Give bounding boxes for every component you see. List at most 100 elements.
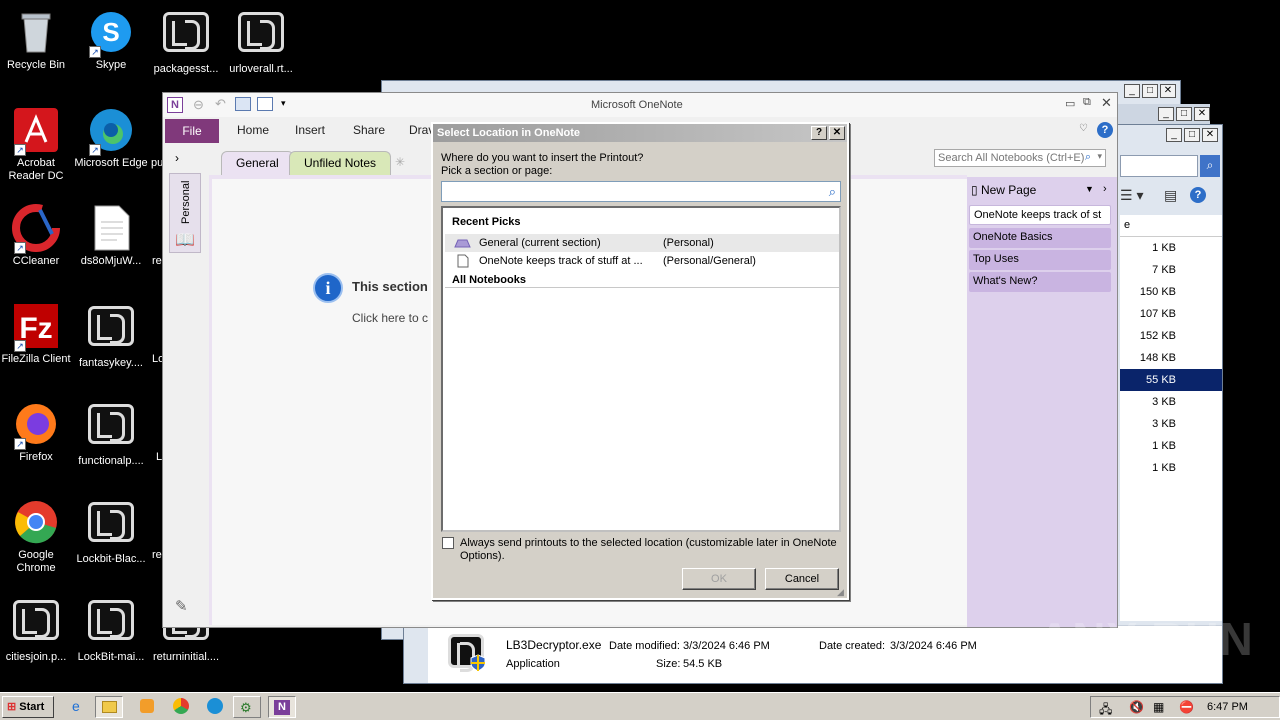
- desktop-icon-edge[interactable]: ↗ Microsoft Edge: [73, 106, 149, 170]
- all-notebooks-icon[interactable]: ✎: [175, 597, 188, 615]
- taskbar-onenote-button[interactable]: N: [268, 696, 296, 718]
- select-location-dialog[interactable]: Select Location in OneNote ? ✕ Where do …: [431, 122, 849, 600]
- help-button[interactable]: ?: [811, 126, 827, 140]
- file-size-cell[interactable]: 152 KB: [1120, 325, 1222, 347]
- security-alert-icon[interactable]: ⛔: [1179, 700, 1194, 714]
- desktop-icon-lockbit-blac[interactable]: Lockbit-Blac...: [73, 498, 149, 566]
- desktop-icon-recycle-bin[interactable]: Recycle Bin: [0, 8, 74, 72]
- ie-icon[interactable]: e: [72, 698, 80, 714]
- explorer-search-input[interactable]: [1120, 155, 1198, 177]
- taskbar-app-button[interactable]: ⚙: [233, 696, 261, 718]
- desktop-icon-ds8omjuw[interactable]: ds8oMjuW...: [73, 204, 149, 268]
- info-link[interactable]: Click here to c: [352, 311, 428, 325]
- recent-item-page[interactable]: OneNote keeps track of stuff at ... (Per…: [445, 252, 839, 270]
- minimize-button[interactable]: _: [1158, 107, 1174, 121]
- desktop-icon-functionalp[interactable]: functionalp....: [73, 400, 149, 468]
- view-toggle-icon[interactable]: ☰ ▾: [1120, 187, 1143, 204]
- close-button[interactable]: ✕: [829, 126, 845, 140]
- minimize-button[interactable]: _: [1124, 84, 1140, 98]
- new-section-icon[interactable]: ✳: [395, 155, 405, 169]
- notebook-tab-personal[interactable]: Personal 📖: [169, 173, 201, 253]
- close-button[interactable]: ✕: [1202, 128, 1218, 142]
- file-size-cell[interactable]: 148 KB: [1120, 347, 1222, 369]
- edge-taskbar-icon[interactable]: [207, 698, 223, 714]
- clock[interactable]: 6:47 PM: [1207, 701, 1248, 713]
- file-size-cell[interactable]: 1 KB: [1120, 457, 1222, 479]
- start-button[interactable]: ⊞ Start: [2, 696, 54, 718]
- close-button[interactable]: ✕: [1101, 95, 1112, 111]
- undo-icon[interactable]: ↶: [215, 96, 226, 112]
- onenote-titlebar[interactable]: N ⊖ ↶ ▾ Microsoft OneNote ▭ ⧉ ✕: [163, 93, 1117, 117]
- always-send-checkbox[interactable]: [442, 537, 454, 549]
- file-size-cell[interactable]: 1 KB: [1120, 435, 1222, 457]
- file-size-cell[interactable]: 3 KB: [1120, 391, 1222, 413]
- desktop-icon-citiesjoin[interactable]: citiesjoin.p...: [0, 596, 74, 664]
- page-item-whats-new[interactable]: What's New?: [969, 272, 1111, 292]
- desktop-icon-lockbit-mai[interactable]: LockBit-mai...: [73, 596, 149, 664]
- file-size-cell[interactable]: 107 KB: [1120, 303, 1222, 325]
- desktop-icon-urloverall[interactable]: urloverall.rt...: [223, 8, 299, 76]
- tab-home[interactable]: Home: [237, 123, 269, 137]
- tab-unfiled-notes[interactable]: Unfiled Notes: [289, 151, 392, 175]
- close-button[interactable]: ✕: [1160, 84, 1176, 98]
- recent-item-general[interactable]: General (current section) (Personal): [445, 234, 839, 252]
- help-icon[interactable]: ?: [1097, 122, 1113, 138]
- minimize-button[interactable]: ▭: [1065, 97, 1075, 110]
- volume-muted-icon[interactable]: 🔇: [1129, 700, 1144, 714]
- desktop-icon-packagesst[interactable]: packagesst...: [148, 8, 224, 76]
- maximize-button[interactable]: □: [1142, 84, 1158, 98]
- tab-general[interactable]: General: [221, 151, 294, 175]
- maximize-button[interactable]: □: [1176, 107, 1192, 121]
- desktop-icon-ccleaner[interactable]: ↗ CCleaner: [0, 204, 74, 268]
- file-size-cell[interactable]: 7 KB: [1120, 259, 1222, 281]
- new-page-dropdown-icon[interactable]: ▼: [1085, 184, 1094, 194]
- desktop-icon-fantasykey[interactable]: fantasykey....: [73, 302, 149, 370]
- close-button[interactable]: ✕: [1194, 107, 1210, 121]
- desktop-icon-skype[interactable]: S ↗ Skype: [73, 8, 149, 72]
- desktop-icon-firefox[interactable]: ↗ Firefox: [0, 400, 74, 464]
- dock-icon[interactable]: [235, 97, 251, 111]
- maximize-button[interactable]: ⧉: [1083, 96, 1091, 109]
- desktop-icon-acrobat[interactable]: ↗ Acrobat Reader DC: [0, 106, 74, 183]
- media-player-icon[interactable]: [140, 699, 154, 713]
- file-size-cell[interactable]: 1 KB: [1120, 237, 1222, 259]
- page-item-top-uses[interactable]: Top Uses: [969, 250, 1111, 270]
- collapse-page-list-icon[interactable]: ›: [1103, 183, 1107, 195]
- device-icon[interactable]: ▦: [1153, 700, 1164, 714]
- taskbar-explorer-button[interactable]: [95, 696, 123, 718]
- size-column-header[interactable]: e: [1120, 215, 1222, 237]
- cancel-button[interactable]: Cancel: [765, 568, 839, 590]
- tab-file[interactable]: File: [165, 119, 219, 143]
- preview-pane-icon[interactable]: ▤: [1164, 187, 1177, 204]
- maximize-button[interactable]: □: [1184, 128, 1200, 142]
- resize-grip-icon[interactable]: ◢: [837, 587, 844, 598]
- help-icon[interactable]: ?: [1190, 187, 1206, 203]
- file-size-cell[interactable]: 55 KB: [1120, 369, 1222, 391]
- details-modified-label: Date modified:: [609, 640, 680, 652]
- search-icon[interactable]: ⌕: [1200, 155, 1220, 177]
- desktop-icon-chrome[interactable]: Google Chrome: [0, 498, 74, 575]
- desktop-icon-filezilla[interactable]: Fz ↗ FileZilla Client: [0, 302, 74, 366]
- quick-access-dropdown-icon[interactable]: ▾: [281, 98, 286, 109]
- collapse-ribbon-icon[interactable]: ♡: [1079, 123, 1088, 134]
- back-icon[interactable]: ⊖: [193, 97, 204, 113]
- search-notebooks-input[interactable]: Search All Notebooks (Ctrl+E) ⌕ ▾: [934, 149, 1106, 167]
- location-tree[interactable]: Recent Picks General (current section) (…: [441, 206, 841, 532]
- file-size-cell[interactable]: 150 KB: [1120, 281, 1222, 303]
- tab-share[interactable]: Share: [353, 123, 385, 137]
- tab-insert[interactable]: Insert: [295, 123, 325, 137]
- file-size-cell[interactable]: 3 KB: [1120, 413, 1222, 435]
- ok-button[interactable]: OK: [682, 568, 756, 590]
- chrome-taskbar-icon[interactable]: [173, 698, 189, 714]
- location-search-input[interactable]: ⌕: [441, 181, 841, 202]
- page-item-onenote-keeps-track[interactable]: OneNote keeps track of st: [969, 205, 1111, 225]
- full-page-view-icon[interactable]: [257, 97, 273, 111]
- page-item-onenote-basics[interactable]: OneNote Basics: [969, 228, 1111, 248]
- new-page-button[interactable]: ▯ New Page: [971, 183, 1036, 197]
- network-icon[interactable]: 🖧: [1099, 700, 1112, 720]
- search-scope-dropdown-icon[interactable]: ▾: [1097, 151, 1102, 162]
- explorer-window-mid-titlebar[interactable]: _ □ ✕: [1118, 104, 1210, 124]
- minimize-button[interactable]: _: [1166, 128, 1182, 142]
- expand-notebooks-icon[interactable]: ›: [175, 151, 179, 165]
- dialog-titlebar[interactable]: Select Location in OneNote ? ✕: [433, 124, 847, 142]
